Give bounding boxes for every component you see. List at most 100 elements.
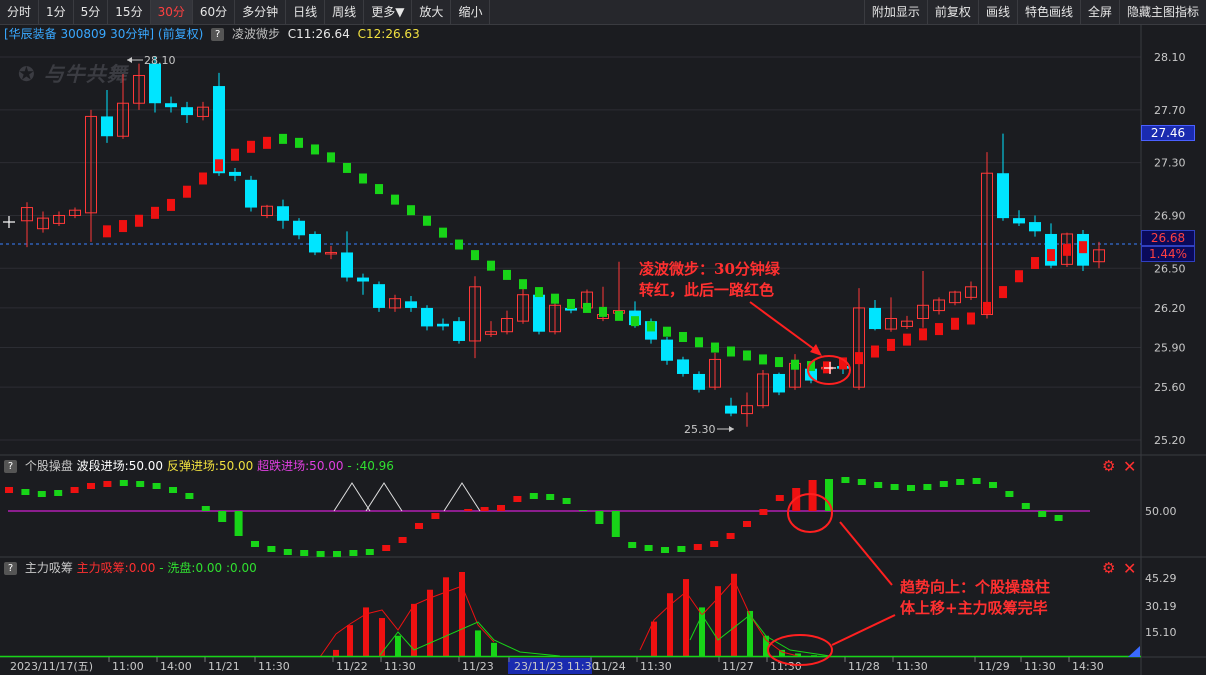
indicator1-dot <box>21 489 30 495</box>
indicator1-dot <box>956 479 965 485</box>
indicator2-line-red <box>319 585 495 658</box>
indicator1-dot <box>775 495 784 501</box>
indicator1-dot <box>169 487 177 493</box>
arrow-icon <box>127 57 132 63</box>
lingbo-dot-series <box>103 133 1087 374</box>
corner-triangle-icon <box>1128 646 1140 657</box>
time-axis-label: 11/23 <box>462 660 494 673</box>
time-axis-label: 11/27 <box>722 660 754 673</box>
indicator1-dot <box>529 493 538 499</box>
wave-dot-red <box>1031 257 1039 270</box>
candle-body-down <box>1013 218 1025 224</box>
time-axis-label: 11:30 <box>258 660 290 673</box>
indicator1-dot <box>136 481 145 487</box>
indicator1-dot <box>726 533 735 539</box>
indicator1-dot <box>693 544 702 550</box>
indicator1-dot <box>743 521 751 527</box>
indicator1-bar <box>579 510 587 511</box>
indicator1-dot <box>1021 503 1030 509</box>
candle-body-down <box>309 233 321 253</box>
indicator1-dot <box>857 479 866 485</box>
indicator2-bar <box>459 572 465 657</box>
wave-dot-green <box>535 287 543 298</box>
annotation-arrow <box>749 301 819 353</box>
indicator1-dot <box>382 545 391 551</box>
indicator1-dot <box>759 509 768 515</box>
indicator1-dot <box>972 478 981 484</box>
annotation-line <box>831 614 896 646</box>
indicator2-bar <box>715 586 721 657</box>
time-axis-label: 11/28 <box>848 660 880 673</box>
indicator1-dot <box>890 484 899 490</box>
wave-dot-green <box>519 279 527 290</box>
wave-dot-green <box>775 357 783 368</box>
wave-dot-green <box>663 326 671 337</box>
price-tag-current: 26.68 <box>1141 230 1195 246</box>
indicator1-dot <box>5 487 13 493</box>
indicator1-dot <box>546 494 555 500</box>
indicator1-dot <box>907 485 915 491</box>
wave-dot-red <box>199 172 207 185</box>
wave-dot-green <box>327 152 335 163</box>
indicator1-dot <box>103 481 112 487</box>
indicator1-dot <box>562 498 571 504</box>
wave-dot-green <box>679 331 687 342</box>
annotation-lingbo: 凌波微步：30分钟绿 转红，此后一路红色 <box>639 260 780 299</box>
indicator1-bar <box>234 511 243 536</box>
indicator1-bar <box>480 507 489 511</box>
indicator1-bar <box>825 479 833 511</box>
arrow-icon <box>810 344 822 356</box>
wave-dot-green <box>503 269 511 280</box>
indicator1-dot <box>1038 511 1047 517</box>
indicator1-bar <box>201 506 210 511</box>
indicator1-dot <box>70 487 79 493</box>
kline-chart[interactable]: 28.10 27.70 27.30 26.90 26.50 26.20 25.90 25.60… <box>0 0 1206 675</box>
indicator1-dot <box>677 546 686 552</box>
wave-dot-red <box>1079 241 1087 254</box>
wave-dot-red <box>855 352 863 365</box>
wave-dot-red <box>935 323 943 336</box>
wave-dot-green <box>743 350 751 361</box>
indicator1-dot <box>283 549 292 555</box>
indicator2-bar <box>731 573 737 657</box>
candle-body-down <box>453 321 465 341</box>
time-axis-label: 2023/11/17(五) <box>10 660 93 673</box>
price-tag-high: 27.46 <box>1141 125 1195 141</box>
wave-dot-red <box>999 286 1007 299</box>
wave-dot-green <box>759 354 767 365</box>
wave-dot-green <box>695 337 703 348</box>
indicator1-dot <box>644 545 653 551</box>
indicator1-triangle <box>333 482 371 512</box>
indicator1-axis-label: 50.00 <box>1145 505 1177 518</box>
indicator1-dot <box>152 483 161 489</box>
wave-dot-green <box>375 184 383 195</box>
indicator2-bar <box>651 621 657 657</box>
indicator1-bar <box>611 511 620 537</box>
wave-dot-green <box>631 316 639 327</box>
wave-dot-red <box>983 301 991 314</box>
wave-dot-green <box>583 302 591 313</box>
wave-dot-green <box>407 205 415 216</box>
candle-body-down <box>405 301 417 308</box>
candle-body-down <box>373 284 385 308</box>
indicator1-dot <box>989 482 997 488</box>
candle-body-down <box>1029 222 1041 232</box>
wave-dot-green <box>791 359 799 370</box>
indicator1-bar <box>464 509 473 511</box>
wave-dot-green <box>615 310 623 321</box>
indicator1-dot <box>415 523 423 529</box>
arrow-icon <box>729 426 734 432</box>
candlestick-series <box>21 57 1105 427</box>
indicator1-dot <box>37 491 46 497</box>
indicator2-axis-label: 30.19 <box>1145 600 1177 613</box>
indicator2-bar <box>443 577 449 657</box>
time-axis-label: 14:00 <box>160 660 192 673</box>
indicator1-bar <box>595 511 604 524</box>
indicator1-dot <box>923 484 932 490</box>
indicator1-dot <box>661 547 669 553</box>
annotation-trend: 趋势向上：个股操盘柱 体上移+主力吸筹完毕 <box>900 578 1051 617</box>
time-axis-label: 11/29 <box>978 660 1010 673</box>
price-axis-label: 25.20 <box>1154 434 1186 447</box>
wave-dot-green <box>599 306 607 317</box>
wave-dot-red <box>151 206 159 219</box>
